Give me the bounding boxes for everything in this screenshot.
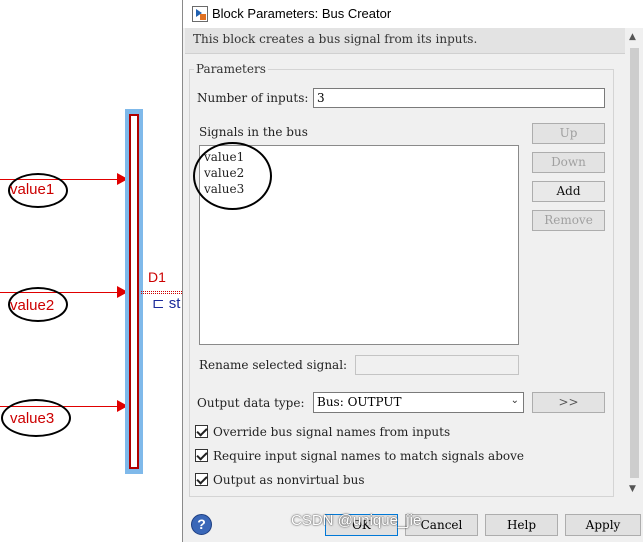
scroll-down-icon[interactable]: ▼ bbox=[629, 484, 636, 494]
require-match-label[interactable]: Require input signal names to match sign… bbox=[213, 449, 524, 463]
block-parameters-dialog: Block Parameters: Bus Creator This block… bbox=[182, 0, 643, 542]
signal-label-value1[interactable]: value1 bbox=[10, 181, 54, 198]
simulink-block-icon bbox=[192, 6, 208, 22]
down-button[interactable]: Down bbox=[532, 152, 605, 173]
help-button[interactable]: Help bbox=[485, 514, 558, 536]
dialog-titlebar[interactable]: Block Parameters: Bus Creator bbox=[183, 0, 643, 28]
num-inputs-label: Number of inputs: bbox=[197, 91, 309, 105]
apply-button[interactable]: Apply bbox=[565, 514, 641, 536]
watermark: CSDN @unique_jie bbox=[291, 512, 422, 529]
model-canvas[interactable]: value1 value2 value3 D1 ⊏ st bbox=[0, 0, 182, 542]
output-data-type-value: Bus: OUTPUT bbox=[317, 395, 402, 409]
parameters-legend: Parameters bbox=[194, 62, 268, 76]
override-names-checkbox[interactable] bbox=[195, 425, 208, 438]
require-match-checkbox[interactable] bbox=[195, 449, 208, 462]
up-button[interactable]: Up bbox=[532, 123, 605, 144]
help-icon[interactable]: ? bbox=[191, 514, 212, 535]
num-inputs-field[interactable]: 3 bbox=[313, 88, 605, 108]
signal-label-value3[interactable]: value3 bbox=[10, 410, 54, 427]
output-data-type-label: Output data type: bbox=[197, 396, 305, 410]
nonvirtual-bus-checkbox[interactable] bbox=[195, 473, 208, 486]
block-description: This block creates a bus signal from its… bbox=[193, 32, 478, 46]
dialog-title: Block Parameters: Bus Creator bbox=[212, 6, 392, 21]
bus-selector-block[interactable]: ⊏ st bbox=[152, 296, 180, 312]
add-button[interactable]: Add bbox=[532, 181, 605, 202]
data-type-assistant-button[interactable]: >> bbox=[532, 392, 605, 413]
output-data-type-select[interactable]: Bus: OUTPUT ⌄ bbox=[313, 392, 524, 413]
nonvirtual-bus-label[interactable]: Output as nonvirtual bus bbox=[213, 473, 365, 487]
override-names-label[interactable]: Override bus signal names from inputs bbox=[213, 425, 450, 439]
remove-button[interactable]: Remove bbox=[532, 210, 605, 231]
scroll-up-icon[interactable]: ▲ bbox=[629, 32, 636, 42]
scroll-thumb[interactable] bbox=[630, 48, 639, 478]
signals-in-bus-label: Signals in the bus bbox=[199, 125, 308, 139]
dialog-scrollbar[interactable]: ▲ ▼ bbox=[626, 28, 643, 500]
bus-creator-block[interactable] bbox=[129, 114, 139, 469]
rename-signal-field[interactable] bbox=[355, 355, 519, 375]
bus-output-line[interactable] bbox=[141, 291, 182, 294]
chevron-down-icon: ⌄ bbox=[510, 395, 519, 406]
signal-label-value2[interactable]: value2 bbox=[10, 297, 54, 314]
annotation-ellipse bbox=[193, 142, 272, 210]
bus-line-label[interactable]: D1 bbox=[148, 269, 166, 285]
block-description-panel: This block creates a bus signal from its… bbox=[185, 28, 625, 54]
rename-signal-label: Rename selected signal: bbox=[199, 358, 348, 372]
